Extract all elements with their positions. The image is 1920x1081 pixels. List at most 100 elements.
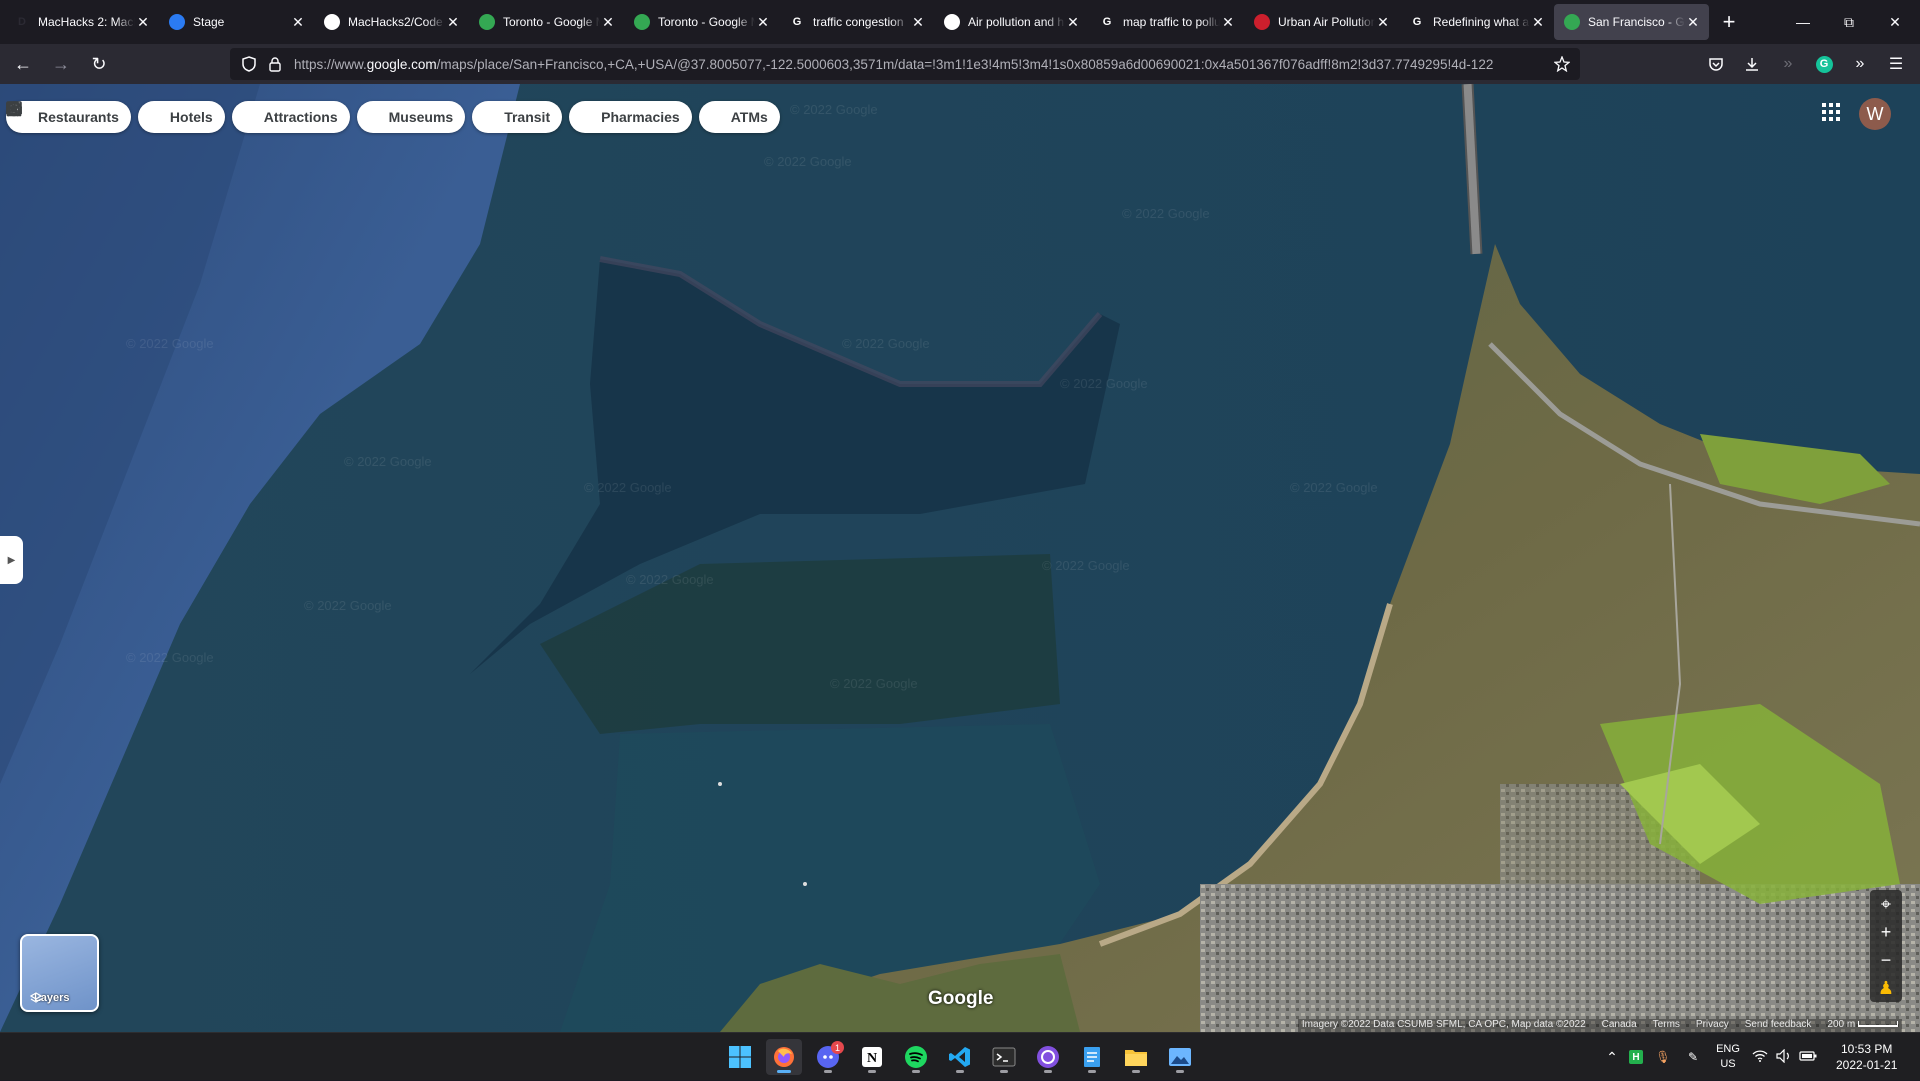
bookmark-star-icon[interactable] xyxy=(1544,56,1580,72)
shield-icon[interactable] xyxy=(236,56,262,72)
window-close-button[interactable]: ✕ xyxy=(1872,0,1918,44)
tab-favicon-icon xyxy=(1564,14,1580,30)
privacy-link[interactable]: Privacy xyxy=(1696,1019,1729,1032)
browser-tab[interactable]: Toronto - Google Maps✕ xyxy=(624,4,779,40)
tab-close-icon[interactable]: ✕ xyxy=(1530,14,1546,30)
clock[interactable]: 10:53 PM 2022-01-21 xyxy=(1836,1041,1897,1073)
tab-close-icon[interactable]: ✕ xyxy=(1065,14,1081,30)
category-chips: Restaurants Hotels Attractions Museums T… xyxy=(6,101,780,133)
tab-close-icon[interactable]: ✕ xyxy=(755,14,771,30)
chip-attractions[interactable]: Attractions xyxy=(6,101,350,133)
train-icon xyxy=(6,101,498,125)
overflow-menu-icon[interactable]: » xyxy=(1844,48,1876,80)
tab-title: MacHacks2/Code xyxy=(348,15,443,29)
reload-button[interactable]: ↻ xyxy=(82,48,116,80)
my-location-button[interactable]: ⌖ xyxy=(1870,890,1902,918)
hamburger-menu-icon[interactable]: ☰ xyxy=(1880,48,1912,80)
extensions-arrow-icon[interactable]: » xyxy=(1772,48,1804,80)
browser-tab[interactable]: D MacHacks 2: MacHacks✕ xyxy=(4,4,159,40)
scale-bar[interactable]: 200 m xyxy=(1827,1019,1898,1032)
chip-atms[interactable]: $ ATMs xyxy=(6,101,780,133)
tab-close-icon[interactable]: ✕ xyxy=(445,14,461,30)
tab-close-icon[interactable]: ✕ xyxy=(1685,14,1701,30)
chip-museums[interactable]: Museums xyxy=(6,101,466,133)
tab-close-icon[interactable]: ✕ xyxy=(290,14,306,30)
tab-close-icon[interactable]: ✕ xyxy=(1220,14,1236,30)
browser-tab[interactable]: MacHacks2/Code ✕ xyxy=(314,4,469,40)
side-panel-toggle[interactable]: ▶ xyxy=(0,536,23,584)
bed-icon xyxy=(6,103,164,125)
address-bar[interactable]: https://www.google.com/maps/place/San+Fr… xyxy=(230,48,1580,80)
chip-transit[interactable]: Transit xyxy=(6,101,563,133)
github-desktop-taskbar-icon[interactable] xyxy=(1030,1039,1066,1075)
watermark: © 2022 Google xyxy=(764,154,852,169)
terminal-taskbar-icon[interactable] xyxy=(986,1039,1022,1075)
chip-pharmacies[interactable]: Pharmacies xyxy=(6,101,692,133)
grammarly-icon[interactable]: G xyxy=(1808,48,1840,80)
browser-tab[interactable]: Gmap traffic to pollution✕ xyxy=(1089,4,1244,40)
tab-strip: DMacHacks 2: MacHacks✕Stage✕MacHacks2/Co… xyxy=(0,0,1920,44)
satellite-map[interactable]: © 2022 Google © 2022 Google © 2022 Googl… xyxy=(0,84,1920,1032)
watermark: © 2022 Google xyxy=(830,676,918,691)
vscode-taskbar-icon[interactable] xyxy=(942,1039,978,1075)
clock-time: 10:53 PM xyxy=(1841,1042,1893,1056)
browser-tab[interactable]: Toronto - Google Maps✕ xyxy=(469,4,624,40)
lock-icon[interactable] xyxy=(262,56,288,72)
url-text[interactable]: https://www.google.com/maps/place/San+Fr… xyxy=(294,57,1544,72)
spotify-taskbar-icon[interactable] xyxy=(898,1039,934,1075)
country-link[interactable]: Canada xyxy=(1602,1019,1637,1032)
photos-taskbar-icon[interactable] xyxy=(1162,1039,1198,1075)
language-indicator[interactable]: ENG US xyxy=(1708,1042,1748,1072)
watermark: © 2022 Google xyxy=(626,572,714,587)
tab-close-icon[interactable]: ✕ xyxy=(600,14,616,30)
browser-tab[interactable]: Gtraffic congestion ✕ xyxy=(779,4,934,40)
downloads-icon[interactable] xyxy=(1736,48,1768,80)
notion-taskbar-icon[interactable]: N xyxy=(854,1039,890,1075)
minimize-button[interactable]: — xyxy=(1780,0,1826,44)
layers-button[interactable]: Layers xyxy=(20,934,99,1012)
battery-icon[interactable] xyxy=(1796,1050,1820,1064)
tab-close-icon[interactable]: ✕ xyxy=(1375,14,1391,30)
restore-button[interactable]: ⧉ xyxy=(1826,0,1872,44)
tray-chevron-icon[interactable]: ⌃ xyxy=(1600,1049,1624,1066)
zoom-out-button[interactable]: − xyxy=(1870,946,1902,974)
volume-icon[interactable] xyxy=(1772,1048,1796,1066)
tab-favicon-icon xyxy=(479,14,495,30)
chip-hotels[interactable]: Hotels xyxy=(6,101,225,133)
camera-icon xyxy=(6,101,258,125)
notification-badge: 1 xyxy=(831,1041,844,1054)
browser-tab[interactable]: San Francisco - Google Maps✕ xyxy=(1554,4,1709,40)
new-tab-button[interactable]: + xyxy=(1709,4,1749,40)
chip-restaurants[interactable]: Restaurants xyxy=(6,101,131,133)
tab-favicon-icon: G xyxy=(1412,16,1422,28)
browser-tab[interactable]: Stage ✕ xyxy=(159,4,314,40)
pen-icon[interactable]: ✎ xyxy=(1678,1050,1708,1064)
file-explorer-taskbar-icon[interactable] xyxy=(1118,1039,1154,1075)
microphone-icon[interactable]: 🎙 xyxy=(1648,1050,1678,1064)
tab-title: map traffic to pollution xyxy=(1123,15,1220,29)
tab-title: traffic congestion xyxy=(813,15,904,29)
discord-taskbar-icon[interactable]: 1 xyxy=(810,1039,846,1075)
windows-start-button[interactable] xyxy=(722,1039,758,1075)
pegman-icon[interactable]: ♟ xyxy=(1870,974,1902,1002)
firefox-taskbar-icon[interactable] xyxy=(766,1039,802,1075)
satellite-imagery xyxy=(0,84,1920,1032)
watermark: © 2022 Google xyxy=(1122,206,1210,221)
send-feedback-link[interactable]: Send feedback xyxy=(1745,1019,1812,1032)
tab-close-icon[interactable]: ✕ xyxy=(135,14,151,30)
zoom-in-button[interactable]: + xyxy=(1870,918,1902,946)
pocket-icon[interactable] xyxy=(1700,48,1732,80)
back-button[interactable]: ← xyxy=(6,48,40,80)
forward-button[interactable]: → xyxy=(44,48,78,80)
svg-text:$: $ xyxy=(11,104,16,114)
browser-tab[interactable]: Urban Air Pollution ✕ xyxy=(1244,4,1399,40)
tray-app-icon[interactable]: H xyxy=(1624,1050,1648,1064)
tab-close-icon[interactable]: ✕ xyxy=(910,14,926,30)
notepad-taskbar-icon[interactable] xyxy=(1074,1039,1110,1075)
account-avatar[interactable]: W xyxy=(1859,98,1891,130)
browser-tab[interactable]: G Redefining what a map can be✕ xyxy=(1399,4,1554,40)
wifi-icon[interactable] xyxy=(1748,1049,1772,1065)
terms-link[interactable]: Terms xyxy=(1653,1019,1680,1032)
google-apps-icon[interactable] xyxy=(1819,100,1843,124)
browser-tab[interactable]: Air pollution and health✕ xyxy=(934,4,1089,40)
